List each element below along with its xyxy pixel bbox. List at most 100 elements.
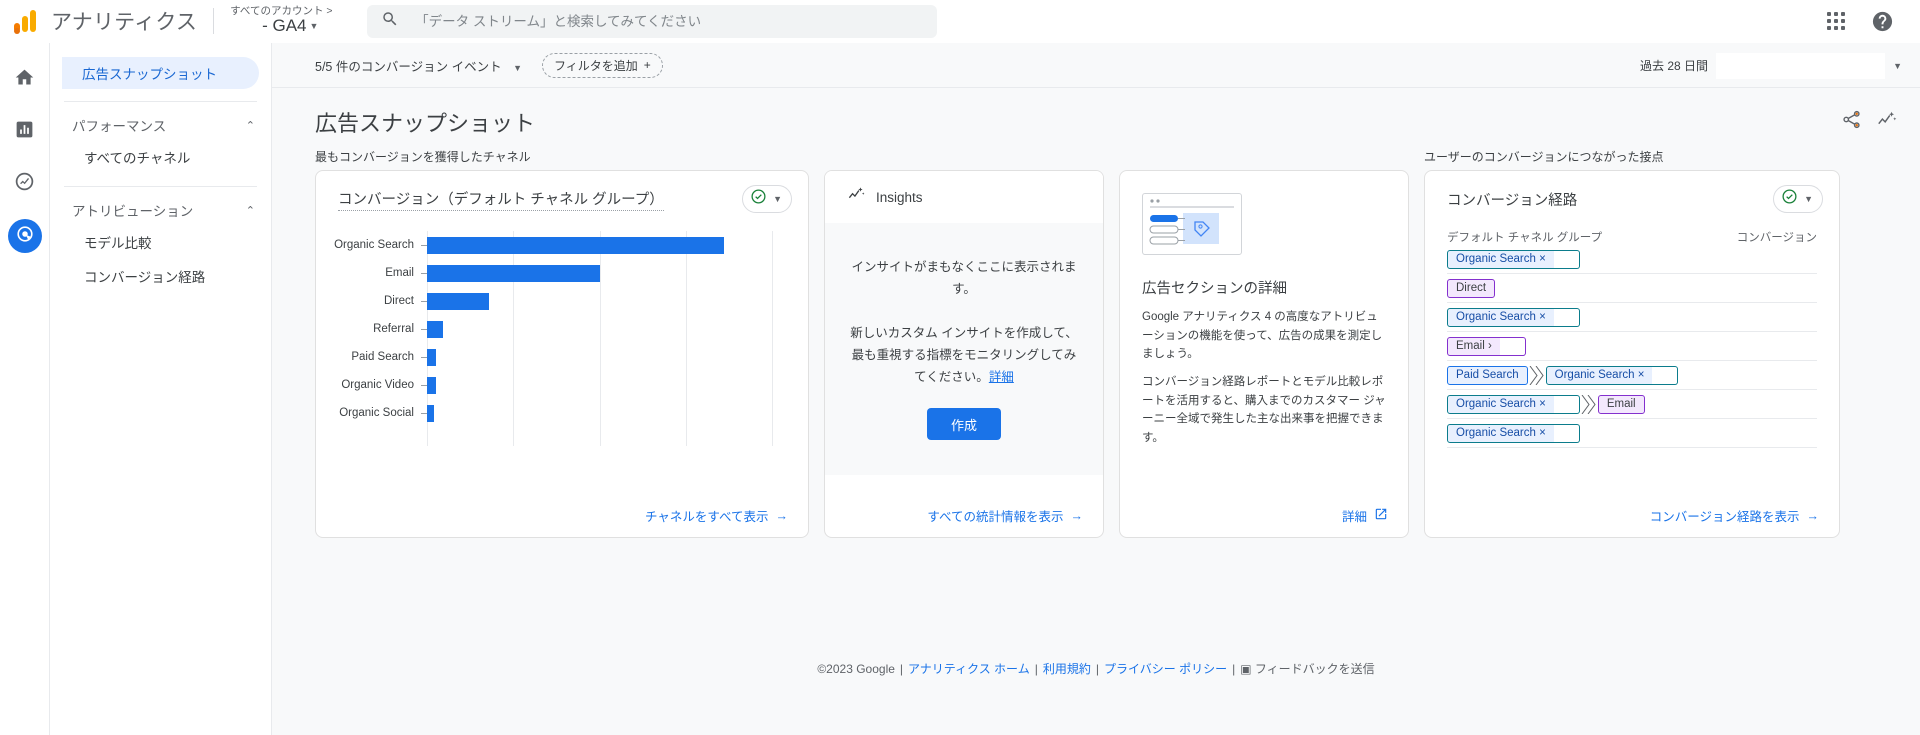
path-step-group: Email › — [1447, 336, 1526, 356]
insights-title: Insights — [876, 189, 923, 205]
account-selector[interactable]: すべてのアカウント > - GA4 ▼ — [230, 5, 350, 36]
chart-bar[interactable] — [427, 404, 434, 422]
paths-column-left: デフォルト チャネル グループ — [1447, 232, 1603, 244]
add-filter-button[interactable]: フィルタを追加 + — [541, 52, 663, 78]
chart-bar-label: Paid Search — [351, 351, 414, 363]
metric-selector[interactable]: ▼ — [742, 185, 792, 213]
chart-bar-label: Referral — [373, 323, 414, 335]
sidebar-group-label: パフォーマンス — [72, 119, 167, 134]
chart-bar-row[interactable]: Organic Video — [316, 371, 808, 399]
chart-bar[interactable] — [427, 292, 490, 310]
chart-bar[interactable] — [427, 236, 724, 254]
rail-item-explore[interactable] — [8, 167, 42, 201]
sidebar-item-conversion-paths[interactable]: コンバージョン経路 — [50, 259, 271, 293]
view-all-insights-link[interactable]: すべての統計情報を表示 → — [927, 506, 1083, 525]
path-step-value-box — [1553, 394, 1580, 414]
conversion-path-row[interactable]: Organic Search × — [1447, 245, 1817, 274]
advertising-target-icon — [14, 223, 36, 250]
chart-bar[interactable] — [427, 264, 600, 282]
sidebar-group-attribution[interactable]: アトリビューション ⌃ — [50, 195, 271, 225]
page-title-row: 広告スナップショット — [272, 88, 1920, 148]
property-name: - GA4 ▼ — [262, 16, 319, 36]
chart-bar-row[interactable]: Email — [316, 259, 808, 287]
chart-bar[interactable] — [427, 320, 443, 338]
promo-paragraph-2: コンバージョン経路レポートとモデル比較レポートを活用すると、購入までのカスタマー… — [1142, 375, 1386, 444]
share-icon[interactable] — [1841, 109, 1862, 135]
chart-bar-row[interactable]: Direct — [316, 287, 808, 315]
rail-item-home[interactable] — [8, 63, 42, 97]
footer-feedback-label[interactable]: フィードバックを送信 — [1255, 662, 1375, 676]
path-step-chip[interactable]: Paid Search — [1447, 365, 1528, 385]
chart-bar-row[interactable]: Organic Social — [316, 399, 808, 427]
rail-item-advertising[interactable] — [7, 219, 42, 253]
open-in-new-icon — [1374, 507, 1388, 524]
filter-bar: 5/5 件のコンバージョン イベント ▼ フィルタを追加 + 過去 28 日間 … — [272, 43, 1920, 88]
plus-icon: + — [643, 58, 651, 72]
apps-grid-icon[interactable] — [1816, 1, 1856, 41]
conversion-path-row[interactable]: Organic Search × — [1447, 303, 1817, 332]
link-label: チャネルをすべて表示 — [644, 510, 769, 524]
insights-card-footer: すべての統計情報を表示 → — [825, 493, 1103, 537]
conversion-path-row[interactable]: Direct — [1447, 274, 1817, 303]
insights-card-column: Insights インサイトがまもなくここに表示されます。 新しいカスタム イン… — [824, 148, 1104, 538]
chart-bar[interactable] — [427, 376, 436, 394]
view-conversion-paths-link[interactable]: コンバージョン経路を表示 → — [1650, 506, 1819, 525]
copyright: ©2023 Google — [817, 662, 895, 676]
sidebar-group-performance[interactable]: パフォーマンス ⌃ — [50, 110, 271, 140]
promo-card-footer: 詳細 — [1120, 493, 1408, 537]
path-step-value-box — [1553, 423, 1580, 443]
path-step-chip[interactable]: Organic Search × — [1447, 307, 1555, 327]
sidebar-item-all-channels[interactable]: すべてのチャネル — [50, 140, 271, 174]
search-box[interactable] — [367, 4, 938, 38]
path-step-chip[interactable]: Direct — [1447, 278, 1496, 298]
check-circle-icon — [750, 188, 767, 210]
conversion-path-row[interactable]: Organic Search × — [1447, 419, 1817, 448]
insights-sparkline-icon[interactable] — [1876, 109, 1898, 136]
chart-bar[interactable] — [427, 348, 436, 366]
chart-card-column: 最もコンバージョンを獲得したチャネル コンバージョン（デフォルト チャネル グル… — [315, 148, 809, 538]
path-step-chip[interactable]: Email › — [1447, 336, 1501, 356]
link-label: 詳細 — [1341, 510, 1367, 524]
path-step-chip[interactable]: Organic Search × — [1447, 394, 1555, 414]
create-insight-button[interactable]: 作成 — [926, 408, 1001, 441]
sidebar-item-advertising-snapshot[interactable]: 広告スナップショット — [62, 57, 259, 89]
path-step-group: Organic Search × — [1447, 307, 1580, 327]
chart-bar-row[interactable]: Organic Search — [316, 231, 808, 259]
add-filter-label: フィルタを追加 — [553, 58, 638, 73]
conversion-path-row[interactable]: Organic Search × Email — [1447, 390, 1817, 419]
date-range-value[interactable] — [1716, 52, 1886, 79]
search-input[interactable] — [413, 12, 924, 30]
main-content: 5/5 件のコンバージョン イベント ▼ フィルタを追加 + 過去 28 日間 … — [272, 43, 1920, 735]
path-step-chip[interactable]: Organic Search × — [1447, 423, 1555, 443]
path-step-chip[interactable]: Organic Search × — [1447, 249, 1555, 269]
arrow-right-icon: → — [775, 508, 789, 523]
path-step-chip[interactable]: Organic Search × — [1545, 365, 1654, 385]
sidebar-item-model-comparison[interactable]: モデル比較 — [50, 225, 271, 259]
footer-link-analytics-home[interactable]: アナリティクス ホーム — [908, 662, 1030, 676]
chart-card-title[interactable]: コンバージョン（デフォルト チャネル グループ） — [338, 188, 664, 211]
view-all-channels-link[interactable]: チャネルをすべて表示 → — [645, 506, 788, 525]
paths-metric-selector[interactable]: ▼ — [1773, 185, 1823, 213]
footer-link-privacy[interactable]: プライバシー ポリシー — [1104, 662, 1227, 676]
rail-item-reports[interactable] — [8, 115, 42, 149]
page-footer: ©2023 Google | アナリティクス ホーム | 利用規約 | プライバシー ポリシ… — [817, 662, 1375, 676]
path-step-arrow-icon — [1581, 394, 1597, 414]
path-step-chip[interactable]: Email — [1597, 394, 1645, 414]
link-label: すべての統計情報を表示 — [927, 510, 1064, 524]
chart-bar-row[interactable]: Referral — [316, 315, 808, 343]
promo-learn-more-link[interactable]: 詳細 — [1342, 506, 1388, 525]
chart-card-footer: チャネルをすべて表示 → — [316, 493, 808, 537]
learn-more-link[interactable]: 詳細 — [989, 370, 1014, 384]
top-bar: アナリティクス すべてのアカウント > - GA4 ▼ — [0, 0, 1920, 43]
footer-link-terms[interactable]: 利用規約 — [1043, 662, 1091, 676]
insights-card-header: Insights — [825, 171, 1103, 223]
insights-card: Insights インサイトがまもなくここに表示されます。 新しいカスタム イン… — [824, 170, 1104, 538]
help-circle-icon[interactable] — [1862, 1, 1902, 41]
chart-bar-row[interactable]: Paid Search — [316, 343, 808, 371]
conversion-events-selector[interactable]: 5/5 件のコンバージョン イベント ▼ — [315, 56, 522, 75]
insights-sparkline-icon — [847, 185, 866, 209]
conversion-path-row[interactable]: Paid Search Organic Search × — [1447, 361, 1817, 390]
conversion-path-row[interactable]: Email › — [1447, 332, 1817, 361]
date-range-selector[interactable]: 過去 28 日間 ▼ — [1640, 49, 1902, 82]
link-label: コンバージョン経路を表示 — [1649, 510, 1800, 524]
